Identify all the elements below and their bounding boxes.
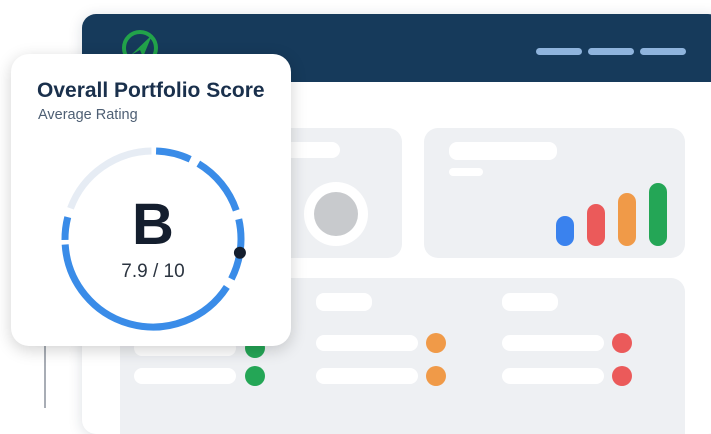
bar-chart-bar bbox=[587, 204, 605, 246]
placeholder-line bbox=[502, 368, 604, 384]
status-dot-red bbox=[612, 366, 632, 386]
bar-chart-bar bbox=[618, 193, 636, 246]
placeholder-line bbox=[502, 293, 558, 311]
overall-score-card: Overall Portfolio Score Average Rating B… bbox=[11, 54, 291, 346]
bar-chart-bar bbox=[649, 183, 667, 246]
pie-chart-icon bbox=[304, 182, 368, 246]
placeholder-line bbox=[449, 142, 557, 160]
score-grade: B bbox=[132, 192, 174, 257]
status-dot-red bbox=[612, 333, 632, 353]
bar-chart-bar bbox=[556, 216, 574, 246]
bar-chart bbox=[556, 183, 667, 246]
menu-line-icon[interactable] bbox=[536, 48, 582, 55]
placeholder-line bbox=[502, 335, 604, 351]
score-value: 7.9 / 10 bbox=[121, 261, 185, 282]
connector-line bbox=[44, 344, 46, 408]
status-dot-orange bbox=[426, 333, 446, 353]
status-dot-orange bbox=[426, 366, 446, 386]
placeholder-line bbox=[316, 335, 418, 351]
pie-chart-center bbox=[314, 192, 358, 236]
status-dot-green bbox=[245, 366, 265, 386]
score-gauge-segment bbox=[155, 147, 192, 163]
placeholder-line bbox=[134, 368, 236, 384]
menu-line-icon[interactable] bbox=[640, 48, 686, 55]
placeholder-line bbox=[316, 293, 372, 311]
menu-line-icon[interactable] bbox=[588, 48, 634, 55]
placeholder-line bbox=[316, 368, 418, 384]
placeholder-line bbox=[449, 168, 483, 176]
